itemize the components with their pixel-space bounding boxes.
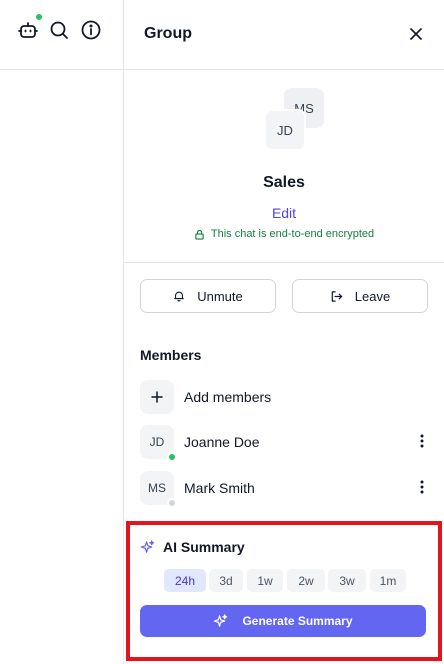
- member-options-button[interactable]: [416, 431, 428, 451]
- range-chip-1m[interactable]: 1m: [370, 569, 406, 592]
- member-row[interactable]: MS Mark Smith: [140, 471, 428, 508]
- range-chip-2w[interactable]: 2w: [287, 569, 325, 592]
- leave-label: Leave: [354, 288, 391, 304]
- panel-header: Group: [124, 0, 444, 70]
- search-button[interactable]: [48, 19, 70, 41]
- sparkles-icon: [214, 613, 228, 627]
- group-avatar-front: JD: [264, 109, 306, 151]
- ai-summary-label: AI Summary: [163, 539, 245, 555]
- unmute-label: Unmute: [197, 288, 243, 304]
- edit-link[interactable]: Edit: [124, 205, 444, 221]
- group-info: MS JD Sales Edit This chat is end-to-end…: [124, 70, 444, 263]
- bot-button[interactable]: [17, 13, 43, 41]
- generate-summary-button[interactable]: Generate Summary: [140, 605, 426, 637]
- group-panel: Group MS JD Sales Edit This chat is end-…: [124, 0, 444, 664]
- range-chip-1w[interactable]: 1w: [247, 569, 283, 592]
- app-window: Group MS JD Sales Edit This chat is end-…: [0, 0, 444, 664]
- leave-button[interactable]: Leave: [292, 279, 428, 313]
- encryption-notice: This chat is end-to-end encrypted: [124, 228, 444, 240]
- member-options-button[interactable]: [416, 477, 428, 497]
- avatar-initials: MS: [148, 481, 166, 495]
- add-avatar: [140, 380, 174, 414]
- rail-toolbar: [0, 0, 123, 70]
- encryption-text: This chat is end-to-end encrypted: [210, 228, 375, 240]
- sparkles-icon: [140, 539, 155, 553]
- left-rail: [0, 0, 124, 664]
- member-name: Mark Smith: [184, 480, 255, 496]
- close-icon: [410, 28, 422, 40]
- panel-title: Group: [144, 25, 192, 42]
- add-members-label: Add members: [184, 389, 272, 405]
- plus-icon: [151, 391, 163, 403]
- avatar: MS: [140, 471, 177, 508]
- robot-icon: [18, 22, 38, 38]
- generate-summary-label: Generate Summary: [242, 614, 353, 628]
- range-chip-24h[interactable]: 24h: [164, 569, 206, 592]
- range-chip-3w[interactable]: 3w: [328, 569, 366, 592]
- group-name: Sales: [263, 174, 305, 191]
- offline-status-dot: [167, 498, 177, 508]
- member-name: Joanne Doe: [184, 434, 260, 450]
- logout-icon: [331, 290, 342, 302]
- range-chip-3d[interactable]: 3d: [209, 569, 243, 592]
- members-heading: Members: [140, 347, 202, 363]
- info-button[interactable]: [80, 19, 102, 41]
- online-status-dot: [167, 452, 177, 462]
- bell-icon: [174, 291, 185, 302]
- add-members-button[interactable]: Add members: [140, 380, 428, 414]
- unmute-button[interactable]: Unmute: [140, 279, 276, 313]
- info-icon: [81, 20, 101, 40]
- ai-summary-section: AI Summary 24h 3d 1w 2w 3w 1m Generate S…: [126, 521, 442, 661]
- member-row[interactable]: JD Joanne Doe: [140, 425, 428, 462]
- close-button[interactable]: [407, 25, 425, 43]
- search-icon: [50, 21, 68, 39]
- more-vertical-icon: [420, 480, 424, 494]
- avatar-initials: JD: [149, 435, 165, 449]
- bot-status-dot: [35, 13, 43, 21]
- lock-icon: [195, 229, 204, 240]
- ai-summary-title: AI Summary: [140, 539, 245, 555]
- avatar: JD: [140, 425, 177, 462]
- more-vertical-icon: [420, 434, 424, 448]
